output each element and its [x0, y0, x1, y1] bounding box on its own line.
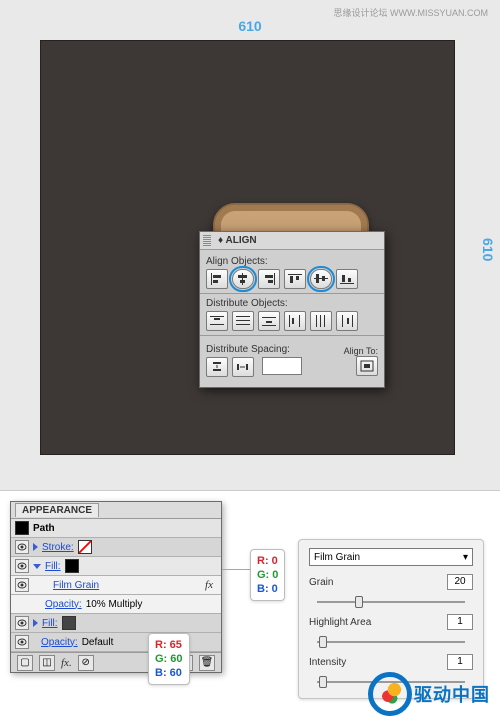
fill-swatch[interactable]	[62, 616, 76, 630]
distribute-objects-label: Distribute Objects:	[206, 298, 378, 309]
visibility-icon[interactable]	[15, 616, 29, 630]
distribute-objects-row	[206, 311, 378, 331]
align-panel-title: ♦ ALIGN	[214, 235, 261, 246]
path-thumb-icon	[15, 521, 29, 535]
stroke-swatch[interactable]	[78, 540, 92, 554]
rgb-callout-black: R: 0G: 0B: 0	[250, 549, 285, 601]
align-top-button[interactable]	[284, 269, 306, 289]
opacity-value: Default	[82, 637, 114, 648]
dimension-width: 610	[0, 18, 500, 34]
opacity-label[interactable]: Opacity:	[45, 599, 82, 610]
align-bottom-button[interactable]	[336, 269, 358, 289]
visibility-icon[interactable]	[15, 578, 29, 592]
appearance-fill1-row[interactable]: Fill:	[11, 557, 221, 576]
opacity-label[interactable]: Opacity:	[41, 637, 78, 648]
tutorial-bottom: APPEARANCE Path Stroke: Fill: Film Grain…	[0, 490, 500, 720]
panel-grip-icon	[203, 235, 211, 247]
highlight-value[interactable]: 1	[447, 614, 473, 630]
dist-top-button[interactable]	[206, 311, 228, 331]
grain-label: Grain	[309, 577, 333, 588]
highlight-label: Highlight Area	[309, 617, 371, 628]
dist-left-button[interactable]	[284, 311, 306, 331]
dist-bottom-button[interactable]	[258, 311, 280, 331]
chevron-down-icon: ▾	[463, 552, 468, 563]
clear-button[interactable]: ⊘	[78, 655, 94, 671]
visibility-icon[interactable]	[15, 635, 29, 649]
appearance-tabbar: APPEARANCE	[11, 502, 221, 519]
fill-label[interactable]: Fill:	[45, 561, 61, 572]
tutorial-top: 思缘设计论坛 WWW.MISSYUAN.COM 610 610 ♦ ALIGN …	[0, 0, 500, 490]
rgb-callout-gray: R: 65G: 60B: 60	[148, 633, 190, 685]
dist-space-h-button[interactable]	[232, 357, 254, 377]
dist-right-button[interactable]	[336, 311, 358, 331]
intensity-label: Intensity	[309, 657, 346, 668]
align-right-button[interactable]	[258, 269, 280, 289]
watermark: 驱动中国	[368, 672, 490, 716]
fx-icon: fx	[205, 579, 213, 591]
canvas-artboard: ♦ ALIGN Align Objects: Distribute Object…	[40, 40, 455, 455]
add-effect-button[interactable]: fx.	[61, 657, 72, 669]
grain-value[interactable]: 20	[447, 574, 473, 590]
appearance-filmgrain-row[interactable]: Film Grain fx	[11, 576, 221, 595]
align-objects-label: Align Objects:	[206, 256, 378, 267]
appearance-path-row[interactable]: Path	[11, 519, 221, 538]
collapse-icon[interactable]	[33, 564, 41, 569]
fill-label[interactable]: Fill:	[42, 618, 58, 629]
dist-vcenter-button[interactable]	[232, 311, 254, 331]
brand-text: 驱动中国	[414, 681, 490, 707]
align-panel-header[interactable]: ♦ ALIGN	[200, 232, 384, 250]
intensity-value[interactable]: 1	[447, 654, 473, 670]
align-left-button[interactable]	[206, 269, 228, 289]
new-fill-button[interactable]: ▢	[17, 655, 33, 671]
align-to-button[interactable]	[356, 356, 378, 376]
grain-slider[interactable]	[317, 596, 465, 608]
spacing-value-input[interactable]	[262, 357, 302, 375]
opacity-value: 10% Multiply	[86, 599, 143, 610]
connector-line	[222, 569, 252, 570]
expand-icon[interactable]	[33, 619, 38, 627]
align-panel-body: Align Objects: Distribute Objects:	[200, 250, 384, 387]
delete-button[interactable]: 🗑	[199, 655, 215, 671]
appearance-tab[interactable]: APPEARANCE	[15, 503, 99, 517]
effect-select[interactable]: Film Grain ▾	[309, 548, 473, 566]
new-stroke-button[interactable]: ◫	[39, 655, 55, 671]
brand-logo-icon	[368, 672, 412, 716]
dist-space-v-button[interactable]	[206, 357, 228, 377]
appearance-fill2-row[interactable]: Fill:	[11, 614, 221, 633]
appearance-panel: APPEARANCE Path Stroke: Fill: Film Grain…	[10, 501, 222, 673]
align-panel: ♦ ALIGN Align Objects: Distribute Object…	[199, 231, 385, 388]
path-label: Path	[33, 523, 55, 534]
appearance-opacity1-row[interactable]: Opacity: 10% Multiply	[11, 595, 221, 614]
visibility-icon[interactable]	[15, 559, 29, 573]
distribute-spacing-label: Distribute Spacing:	[206, 344, 344, 355]
filmgrain-effect-link[interactable]: Film Grain	[53, 580, 99, 591]
dist-hcenter-button[interactable]	[310, 311, 332, 331]
stroke-label[interactable]: Stroke:	[42, 542, 74, 553]
expand-icon[interactable]	[33, 543, 38, 551]
align-vcenter-button[interactable]	[310, 269, 332, 289]
align-objects-row	[206, 269, 378, 289]
visibility-icon[interactable]	[15, 540, 29, 554]
align-hcenter-button[interactable]	[232, 269, 254, 289]
effect-select-value: Film Grain	[314, 552, 360, 563]
highlight-slider[interactable]	[317, 636, 465, 648]
fill-swatch[interactable]	[65, 559, 79, 573]
align-to-label: Align To:	[344, 346, 378, 356]
dimension-height: 610	[480, 238, 496, 261]
appearance-stroke-row[interactable]: Stroke:	[11, 538, 221, 557]
